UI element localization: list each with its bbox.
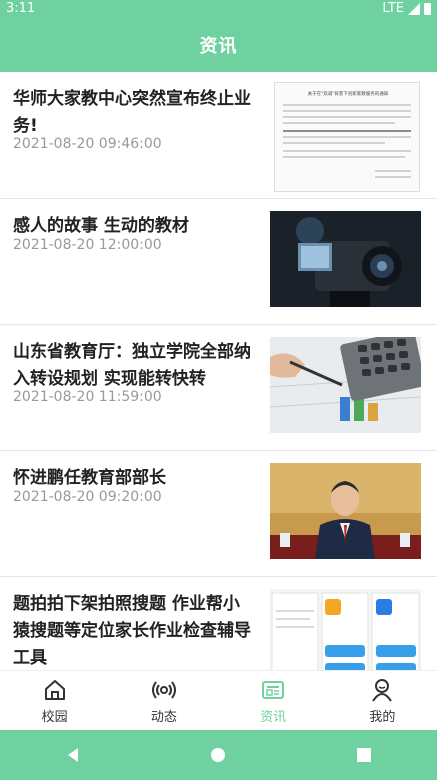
news-title: 华师大家教中心突然宣布终止业务! xyxy=(13,89,251,136)
bottom-nav: 校园 动态 资讯 我的 xyxy=(0,670,437,731)
news-title: 怀进鹏任教育部部长 xyxy=(13,468,166,488)
news-title: 山东省教育厅：独立学院全部纳入转设规划 实现能转快转 xyxy=(13,342,251,389)
back-icon[interactable] xyxy=(63,745,83,765)
news-date: 2021-08-20 11:59:00 xyxy=(13,389,162,405)
notice-heading: 关于在"双减"背景下创新家教服务的通知 xyxy=(308,90,389,97)
home-circle-icon[interactable] xyxy=(208,745,228,765)
tab-news[interactable]: 资讯 xyxy=(219,671,328,731)
tab-updates[interactable]: 动态 xyxy=(109,671,218,731)
battery-icon xyxy=(424,2,431,15)
news-title: 感人的故事 生动的教材 xyxy=(13,216,189,236)
status-bar: 3:11 LTE xyxy=(0,0,437,18)
news-item[interactable]: 山东省教育厅：独立学院全部纳入转设规划 实现能转快转 2021-08-20 11… xyxy=(0,325,437,451)
tab-label: 我的 xyxy=(369,710,396,725)
notice-document-thumbnail: 关于在"双减"背景下创新家教服务的通知 xyxy=(274,82,420,192)
portrait-photo-thumbnail xyxy=(270,463,421,559)
news-item[interactable]: 华师大家教中心突然宣布终止业务! 2021-08-20 09:46:00 关于在… xyxy=(0,72,437,199)
person-icon xyxy=(372,679,393,702)
status-time: 3:11 xyxy=(6,1,36,16)
news-icon xyxy=(262,681,285,699)
system-nav-bar xyxy=(0,730,437,780)
news-date: 2021-08-20 12:00:00 xyxy=(13,237,162,253)
signal-icon xyxy=(408,2,420,15)
news-date: 2021-08-20 09:46:00 xyxy=(13,136,162,152)
camera-photo-thumbnail xyxy=(270,211,421,307)
home-icon xyxy=(44,680,65,700)
tab-me[interactable]: 我的 xyxy=(328,671,437,731)
page-title: 资讯 xyxy=(199,36,238,57)
tab-label: 资讯 xyxy=(260,710,287,725)
news-item[interactable]: 怀进鹏任教育部部长 2021-08-20 09:20:00 xyxy=(0,451,437,577)
app-screenshots-thumbnail xyxy=(270,589,421,670)
app-bar: 资讯 xyxy=(0,18,437,72)
tab-label: 动态 xyxy=(150,710,177,725)
news-item[interactable]: 题拍拍下架拍照搜题 作业帮小猿搜题等定位家长作业检查辅导工具 xyxy=(0,577,437,670)
recents-icon[interactable] xyxy=(354,745,374,765)
news-title: 题拍拍下架拍照搜题 作业帮小猿搜题等定位家长作业检查辅导工具 xyxy=(13,594,251,668)
tab-campus[interactable]: 校园 xyxy=(0,671,109,731)
broadcast-icon xyxy=(151,681,176,699)
tab-label: 校园 xyxy=(41,710,68,725)
news-date: 2021-08-20 09:20:00 xyxy=(13,489,162,505)
network-label: LTE xyxy=(382,1,404,16)
status-icons: LTE xyxy=(382,1,431,16)
news-item[interactable]: 感人的故事 生动的教材 2021-08-20 12:00:00 xyxy=(0,199,437,325)
news-list[interactable]: 华师大家教中心突然宣布终止业务! 2021-08-20 09:46:00 关于在… xyxy=(0,72,437,670)
calculator-photo-thumbnail xyxy=(270,337,421,433)
